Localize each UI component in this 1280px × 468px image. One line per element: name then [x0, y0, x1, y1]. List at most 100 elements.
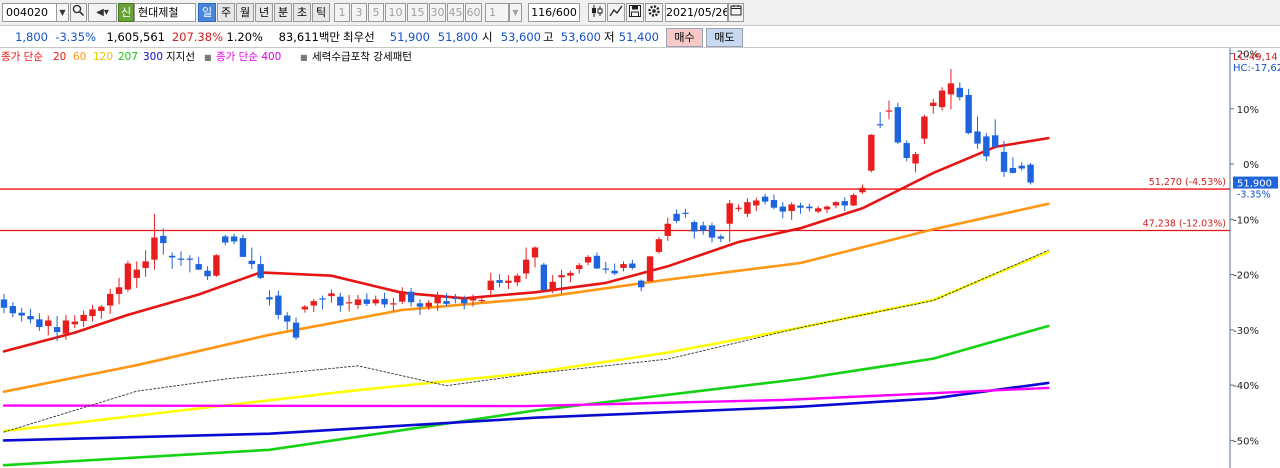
current-price-pct: -3.35%	[1237, 190, 1271, 201]
period-tick-button[interactable]: 틱	[312, 3, 330, 22]
candle-body	[478, 300, 486, 302]
interval-60-button[interactable]: 60	[465, 3, 482, 22]
candle-body	[850, 195, 857, 206]
credit-badge: 신	[118, 3, 134, 22]
sound-icon[interactable]: ◀▾	[88, 3, 117, 22]
period-month-button[interactable]: 월	[236, 3, 254, 22]
interval-1-button[interactable]: 1	[334, 3, 350, 22]
calendar-icon[interactable]	[728, 3, 744, 22]
candle-body	[868, 134, 875, 171]
candle-body	[0, 299, 8, 308]
date-input[interactable]: 2021/05/26	[665, 3, 728, 22]
candle-body	[531, 247, 539, 258]
candle-body	[894, 107, 902, 143]
candle-body	[53, 327, 61, 333]
candle-body	[797, 205, 804, 208]
candle-body	[584, 256, 592, 263]
candle-body	[965, 94, 972, 134]
candle-body	[469, 296, 477, 301]
candle-body	[629, 263, 636, 268]
candle-body	[319, 298, 326, 300]
candle-body	[381, 298, 388, 305]
interval-3-button[interactable]: 3	[351, 3, 367, 22]
candle-body	[45, 320, 52, 326]
candle-body	[1018, 165, 1025, 169]
candle-body	[682, 212, 689, 214]
candle-body	[655, 239, 663, 252]
candle-body	[938, 90, 946, 108]
candle-body	[177, 258, 185, 260]
candle-body	[151, 237, 158, 260]
stock-code-input[interactable]: 004020	[2, 3, 57, 22]
candle-body	[399, 291, 406, 302]
quote-bar: 1,800 -3.35% 1,605,561 207.38% 1.20% 83,…	[0, 26, 1280, 48]
interval-dropdown-icon[interactable]: ▼	[509, 3, 522, 22]
y-tick-label: 0%	[1243, 160, 1259, 171]
candle-body	[885, 110, 893, 112]
y-tick-label: -40%	[1233, 381, 1259, 392]
candle-body	[983, 136, 990, 157]
candle-body	[956, 87, 963, 98]
candle-body	[310, 301, 317, 306]
candle-body	[416, 303, 424, 307]
candle-body	[222, 236, 229, 243]
candle-body	[62, 320, 70, 334]
legend-ma207: 207	[118, 51, 139, 63]
candle-body	[124, 263, 132, 290]
candle-body	[107, 293, 114, 306]
candle-body	[691, 222, 698, 232]
interval-15-button[interactable]: 15	[407, 3, 428, 22]
candle-body	[275, 295, 282, 315]
legend-ma60: 60	[73, 51, 87, 63]
candle-body	[345, 302, 353, 304]
period-second-button[interactable]: 초	[293, 3, 311, 22]
volume-ratio: 207.38%	[171, 30, 223, 44]
candle-body	[142, 261, 149, 268]
legend-pattern: 세력수급포착 강세패턴	[312, 51, 412, 63]
candle-body	[390, 303, 397, 305]
candle-chart-icon[interactable]	[588, 3, 606, 22]
trendline-icon[interactable]	[607, 3, 625, 22]
candle-body	[239, 238, 247, 257]
candle-body	[372, 299, 379, 304]
candle-body	[354, 299, 362, 305]
candle-body	[461, 299, 468, 304]
trading-amount: 83,611백만	[278, 30, 340, 44]
candle-body	[230, 236, 238, 242]
candle-body	[160, 235, 167, 244]
gear-icon[interactable]	[645, 3, 663, 22]
search-icon[interactable]	[70, 3, 87, 22]
candle-body	[248, 260, 255, 265]
y-tick-label: -10%	[1233, 215, 1259, 226]
interval-45-button[interactable]: 45	[447, 3, 464, 22]
candle-body	[496, 280, 503, 283]
candle-body	[425, 302, 432, 307]
code-dropdown-icon[interactable]: ▼	[56, 3, 69, 22]
candle-body	[266, 297, 273, 300]
candle-body	[841, 201, 848, 206]
period-year-button[interactable]: 년	[255, 3, 273, 22]
sell-button[interactable]: 매도	[706, 28, 743, 47]
save-icon[interactable]	[626, 3, 644, 22]
candle-body	[673, 213, 680, 221]
candle-body	[89, 309, 96, 317]
candle-body	[292, 322, 300, 338]
candle-body	[744, 202, 751, 214]
interval-10-button[interactable]: 10	[385, 3, 406, 22]
open-price: 53,600	[500, 30, 541, 44]
legend-ma400: 종가 단순 400	[216, 51, 282, 63]
candle-body	[115, 287, 123, 294]
interval-5-button[interactable]: 5	[368, 3, 384, 22]
custom-interval-input[interactable]: 1	[485, 3, 509, 22]
candle-body	[284, 315, 291, 322]
period-minute-button[interactable]: 분	[274, 3, 292, 22]
period-week-button[interactable]: 주	[217, 3, 235, 22]
legend-support: 지지선	[166, 51, 195, 63]
current-price-label: 51,900	[1237, 179, 1272, 190]
data-count-input[interactable]: 116/600	[528, 3, 580, 22]
period-day-button[interactable]: 일	[198, 3, 216, 22]
candle-body	[876, 124, 884, 126]
volume: 1,605,561	[106, 30, 165, 44]
interval-30-button[interactable]: 30	[429, 3, 446, 22]
buy-button[interactable]: 매수	[666, 28, 703, 47]
